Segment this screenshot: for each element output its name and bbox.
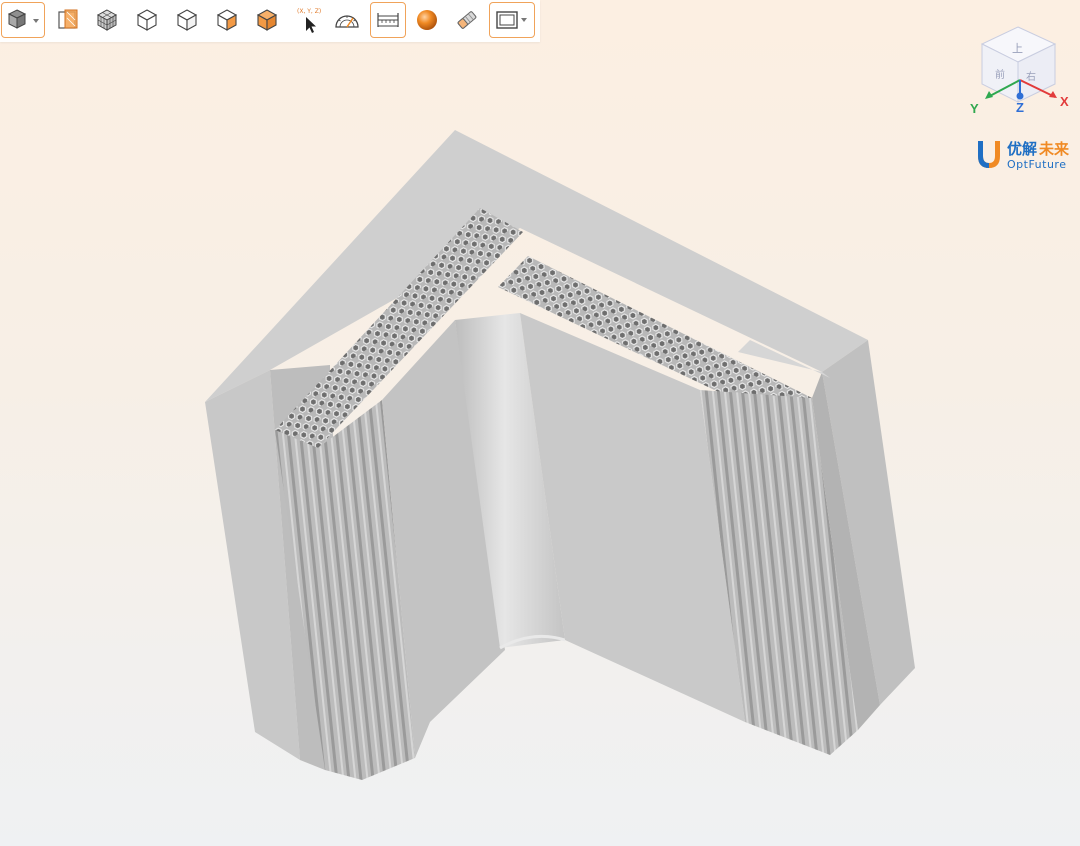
logo-cn-part1: 优解 <box>1007 140 1037 158</box>
section-plane-icon <box>58 9 78 29</box>
y-axis-label: Y <box>970 101 979 116</box>
mesh-view-button[interactable] <box>90 2 124 38</box>
cube-outline-icon <box>136 9 158 31</box>
clip-button[interactable] <box>450 2 484 38</box>
cube-solid-icon <box>256 9 278 31</box>
svg-text:前: 前 <box>995 68 1005 81</box>
svg-text:(X, Y, Z): (X, Y, Z) <box>297 8 321 15</box>
z-axis-label: Z <box>1016 100 1024 115</box>
optfuture-logo: 优解 未来 OptFuture <box>978 140 1070 171</box>
logo-en: OptFuture <box>1007 158 1066 171</box>
cube-shaded-icon <box>216 9 238 31</box>
eraser-icon <box>457 11 477 29</box>
svg-text:右: 右 <box>1026 70 1036 83</box>
frame-icon <box>496 11 527 29</box>
toolbar: (X, Y, Z) <box>0 0 540 42</box>
x-axis-label: X <box>1060 94 1069 109</box>
honeycomb-corner-model[interactable] <box>0 42 1080 846</box>
view-front-button[interactable] <box>130 2 164 38</box>
chevron-down-icon <box>33 19 39 23</box>
view-solid-button[interactable] <box>250 2 284 38</box>
cube-outline-icon <box>176 9 198 31</box>
svg-text:上: 上 <box>1012 42 1023 55</box>
view-side-button[interactable] <box>210 2 244 38</box>
orientation-gizmo[interactable]: 上 右 前 X Y Z <box>960 22 1075 122</box>
ruler-icon <box>377 13 399 27</box>
material-button[interactable] <box>410 2 444 38</box>
pick-point-button[interactable]: (X, Y, Z) <box>292 2 326 38</box>
view-back-button[interactable] <box>170 2 204 38</box>
section-view-button[interactable] <box>50 2 84 38</box>
measure-angle-button[interactable] <box>330 2 364 38</box>
logo-cn-part2: 未来 <box>1038 140 1070 158</box>
wireframe-cube-icon <box>96 9 118 31</box>
3d-viewport[interactable] <box>0 42 1080 846</box>
cube-view-icon <box>7 9 39 29</box>
chevron-down-icon <box>521 18 527 22</box>
protractor-icon <box>335 15 359 28</box>
pointer-coordinate-icon: (X, Y, Z) <box>297 8 321 33</box>
display-frame-dropdown-button[interactable] <box>489 2 535 38</box>
sphere-icon <box>417 10 437 30</box>
measure-distance-button[interactable] <box>370 2 406 38</box>
view-cube-dropdown-button[interactable] <box>1 2 45 38</box>
